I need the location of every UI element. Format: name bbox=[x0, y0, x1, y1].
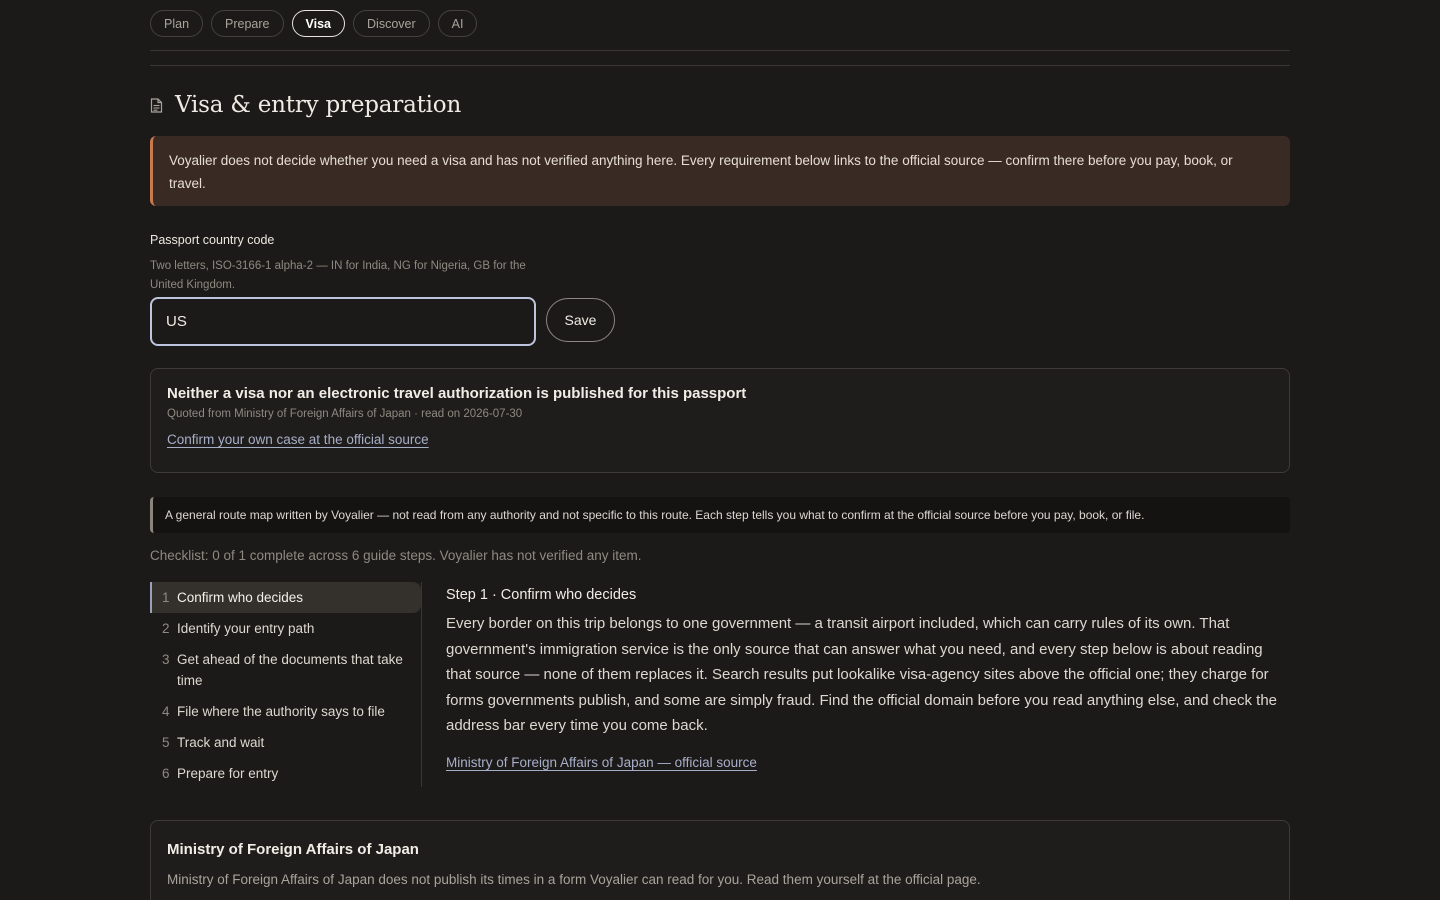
step-number: 1 bbox=[162, 590, 170, 605]
tab-plan[interactable]: Plan bbox=[150, 10, 204, 37]
tab-discover[interactable]: Discover bbox=[353, 10, 430, 37]
confirm-official-source-link[interactable]: Confirm your own case at the official so… bbox=[167, 432, 429, 447]
authority-body: Ministry of Foreign Affairs of Japan doe… bbox=[167, 872, 981, 887]
step-item-4[interactable]: 4 File where the authority says to file bbox=[150, 696, 421, 727]
step-item-1[interactable]: 1 Confirm who decides bbox=[150, 582, 421, 613]
step-label: Prepare for entry bbox=[177, 766, 279, 781]
guide-steps-list: 1 Confirm who decides 2 Identify your en… bbox=[150, 582, 421, 789]
step-item-3[interactable]: 3 Get ahead of the documents that take t… bbox=[150, 644, 421, 696]
authority-card: Ministry of Foreign Affairs of Japan Min… bbox=[150, 820, 1290, 900]
steps-divider bbox=[421, 582, 422, 787]
step-number: 5 bbox=[162, 735, 170, 750]
disclaimer-banner: Voyalier does not decide whether you nee… bbox=[150, 136, 1290, 206]
step-label: Track and wait bbox=[177, 735, 265, 750]
document-icon bbox=[150, 97, 163, 113]
checklist-summary: Checklist: 0 of 1 complete across 6 guid… bbox=[150, 548, 642, 563]
step-detail: Step 1 · Confirm who decides Every borde… bbox=[446, 585, 1290, 772]
passport-country-input[interactable] bbox=[150, 297, 536, 346]
step-number: 6 bbox=[162, 766, 170, 781]
tab-ai[interactable]: AI bbox=[437, 10, 478, 37]
tab-prepare[interactable]: Prepare bbox=[211, 10, 284, 37]
authority-title: Ministry of Foreign Affairs of Japan bbox=[167, 841, 419, 858]
result-source-meta: Quoted from Ministry of Foreign Affairs … bbox=[167, 408, 523, 420]
visa-result-card: Neither a visa nor an electronic travel … bbox=[150, 368, 1290, 473]
page-title: Visa & entry preparation bbox=[175, 92, 462, 118]
step-number: 4 bbox=[162, 704, 170, 719]
step-number: 3 bbox=[162, 652, 170, 667]
result-title: Neither a visa nor an electronic travel … bbox=[167, 385, 747, 402]
save-button[interactable]: Save bbox=[546, 298, 615, 342]
step-detail-title: Step 1 · Confirm who decides bbox=[446, 587, 637, 603]
divider bbox=[150, 50, 1290, 51]
divider bbox=[150, 65, 1290, 66]
step-label: Confirm who decides bbox=[177, 590, 304, 605]
visa-page: Plan Prepare Visa Discover AI Visa & ent… bbox=[150, 0, 1290, 900]
passport-help: Two letters, ISO-3166-1 alpha-2 — IN for… bbox=[150, 260, 526, 291]
nav-tabs: Plan Prepare Visa Discover AI bbox=[150, 10, 478, 37]
step-number: 2 bbox=[162, 621, 170, 636]
passport-label: Passport country code bbox=[150, 233, 275, 247]
step-label: File where the authority says to file bbox=[177, 704, 385, 719]
tab-visa[interactable]: Visa bbox=[291, 10, 346, 37]
step-label: Get ahead of the documents that take tim… bbox=[177, 652, 403, 688]
step-label: Identify your entry path bbox=[177, 621, 315, 636]
step-item-5[interactable]: 5 Track and wait bbox=[150, 727, 421, 758]
route-map-note: A general route map written by Voyalier … bbox=[150, 497, 1290, 533]
step-item-2[interactable]: 2 Identify your entry path bbox=[150, 613, 421, 644]
official-source-link[interactable]: Ministry of Foreign Affairs of Japan — o… bbox=[446, 755, 757, 770]
page-header: Visa & entry preparation bbox=[150, 92, 461, 118]
step-item-6[interactable]: 6 Prepare for entry bbox=[150, 758, 421, 789]
step-detail-body: Every border on this trip belongs to one… bbox=[446, 615, 1278, 734]
